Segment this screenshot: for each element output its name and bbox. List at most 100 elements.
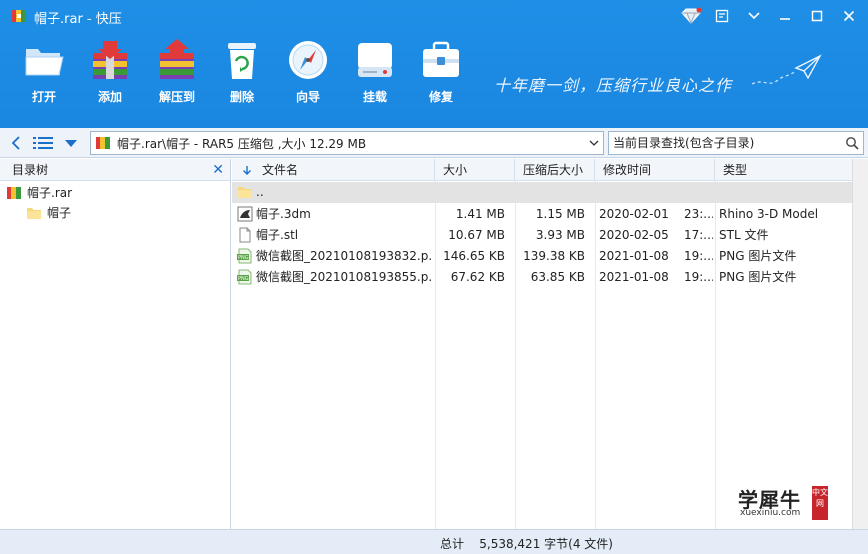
file-name: 微信截图_20210108193855.p... <box>256 270 432 284</box>
table-row-updir[interactable]: .. <box>232 182 852 203</box>
table-row[interactable]: PNG 微信截图_20210108193832.p... 146.65 KB 1… <box>232 246 852 267</box>
rhino-file-icon <box>237 206 253 222</box>
column-modified-label: 修改时间 <box>603 163 652 177</box>
svg-text:PNG: PNG <box>238 255 249 261</box>
path-dropdown-icon[interactable] <box>585 132 603 154</box>
watermark-url: xuexiniu.com <box>740 508 801 518</box>
column-size[interactable]: 大小 <box>435 159 515 181</box>
add-button[interactable]: 添加 <box>80 38 140 105</box>
add-label: 添加 <box>97 90 122 104</box>
file-name: 帽子.3dm <box>256 207 311 221</box>
file-name: 帽子.stl <box>256 228 299 242</box>
column-type[interactable]: 类型 <box>715 159 852 181</box>
app-logo-icon <box>12 10 26 22</box>
file-name: .. <box>256 185 264 199</box>
open-button[interactable]: 打开 <box>14 38 74 105</box>
view-list-icon[interactable] <box>32 133 54 153</box>
tree-title: 目录树 <box>12 163 49 177</box>
file-type: PNG 图片文件 <box>719 270 797 284</box>
title-bar: 帽子.rar - 快压 <box>0 0 868 32</box>
file-modified: 2020-02-05 17:... <box>599 228 713 242</box>
search-field[interactable] <box>608 131 864 155</box>
column-packed-label: 压缩后大小 <box>523 163 584 177</box>
file-packed-size: 1.15 MB <box>535 207 585 221</box>
repair-button[interactable]: 修复 <box>411 38 471 105</box>
file-size: 67.62 KB <box>450 270 505 284</box>
address-bar: 帽子.rar\帽子 - RAR5 压缩包 ,大小 12.29 MB <box>0 128 868 158</box>
file-modified: 2021-01-08 19:... <box>599 270 713 284</box>
main-toolbar: 打开 添加 解压到 删除 向导 挂载 修复 十年磨一剑，压缩行业良心之作 <box>0 38 868 108</box>
sort-arrow-icon <box>243 165 251 175</box>
window-title: 帽子.rar - 快压 <box>34 12 122 27</box>
open-label: 打开 <box>31 90 56 104</box>
file-packed-size: 3.93 MB <box>535 228 585 242</box>
menu-chevron-icon[interactable] <box>739 4 769 28</box>
wizard-button[interactable]: 向导 <box>278 38 338 105</box>
compass-icon <box>286 38 330 82</box>
file-type: Rhino 3-D Model <box>719 207 819 221</box>
column-modified[interactable]: 修改时间 <box>595 159 715 181</box>
search-icon[interactable] <box>845 136 859 150</box>
directory-tree: 目录树 ✕ 帽子.rar 帽子 <box>0 159 231 529</box>
delete-button[interactable]: 删除 <box>212 38 272 105</box>
delete-label: 删除 <box>229 90 254 104</box>
toolbox-icon <box>419 38 463 82</box>
extract-button[interactable]: 解压到 <box>147 38 207 105</box>
file-type: STL 文件 <box>719 228 769 242</box>
file-size: 10.67 MB <box>448 228 505 242</box>
open-folder-icon <box>22 38 66 82</box>
archive-icon <box>7 186 21 199</box>
tree-item-folder[interactable]: 帽子 <box>26 204 71 221</box>
tree-item-label: 帽子.rar <box>27 186 73 200</box>
wizard-label: 向导 <box>295 90 320 104</box>
feedback-icon[interactable] <box>707 4 737 28</box>
column-packed[interactable]: 压缩后大小 <box>515 159 595 181</box>
tree-item-label: 帽子 <box>47 206 72 220</box>
recycle-bin-icon <box>220 38 264 82</box>
search-input[interactable] <box>609 136 839 150</box>
top-band: 帽子.rar - 快压 打开 添加 解压到 删除 向导 挂载 修复 十年磨一剑，… <box>0 0 868 128</box>
tree-item-root[interactable]: 帽子.rar <box>6 184 72 201</box>
status-bar: 总计 5,538,421 字节(4 文件) <box>0 529 868 554</box>
vip-diamond-icon[interactable] <box>676 4 706 28</box>
back-button[interactable] <box>8 133 24 153</box>
close-button[interactable] <box>834 4 864 28</box>
close-tree-icon[interactable]: ✕ <box>212 162 224 178</box>
mount-button[interactable]: 挂载 <box>345 38 405 105</box>
drive-icon <box>353 38 397 82</box>
column-type-label: 类型 <box>723 163 748 177</box>
folder-icon <box>238 187 252 198</box>
folder-icon <box>27 207 41 219</box>
maximize-button[interactable] <box>802 4 832 28</box>
table-row[interactable]: PNG 微信截图_20210108193855.p... 67.62 KB 63… <box>232 267 852 288</box>
column-size-label: 大小 <box>443 163 468 177</box>
file-list: 文件名 大小 压缩后大小 修改时间 类型 .. 帽子.3dm 1.41 MB 1… <box>232 159 868 529</box>
file-size: 146.65 KB <box>443 249 505 263</box>
view-dropdown-icon[interactable] <box>62 133 80 153</box>
document-icon <box>239 227 251 243</box>
mount-label: 挂载 <box>362 90 387 104</box>
minimize-button[interactable] <box>770 4 800 28</box>
path-field[interactable]: 帽子.rar\帽子 - RAR5 压缩包 ,大小 12.29 MB <box>90 131 604 155</box>
status-summary: 总计 5,538,421 字节(4 文件) <box>440 537 613 551</box>
file-type: PNG 图片文件 <box>719 249 797 263</box>
archive-icon <box>96 137 110 149</box>
file-packed-size: 63.85 KB <box>530 270 585 284</box>
svg-text:PNG: PNG <box>238 276 249 282</box>
paper-plane-icon <box>751 54 822 85</box>
add-archive-icon <box>88 38 132 82</box>
column-name-label: 文件名 <box>262 163 299 177</box>
watermark-logo: 学犀牛 xuexiniu.com 中文网 <box>736 484 834 522</box>
tree-header: 目录树 ✕ <box>0 159 230 181</box>
file-modified: 2021-01-08 19:... <box>599 249 713 263</box>
column-name[interactable]: 文件名 <box>232 159 435 181</box>
file-name: 微信截图_20210108193832.p... <box>256 249 432 263</box>
extract-label: 解压到 <box>158 90 195 104</box>
vertical-scrollbar[interactable] <box>852 159 868 529</box>
table-row[interactable]: 帽子.3dm 1.41 MB 1.15 MB 2020-02-01 23:...… <box>232 204 852 225</box>
png-file-icon: PNG <box>237 248 252 264</box>
png-file-icon: PNG <box>237 269 252 285</box>
file-size: 1.41 MB <box>455 207 505 221</box>
file-modified: 2020-02-01 23:... <box>599 207 713 221</box>
table-row[interactable]: 帽子.stl 10.67 MB 3.93 MB 2020-02-05 17:..… <box>232 225 852 246</box>
